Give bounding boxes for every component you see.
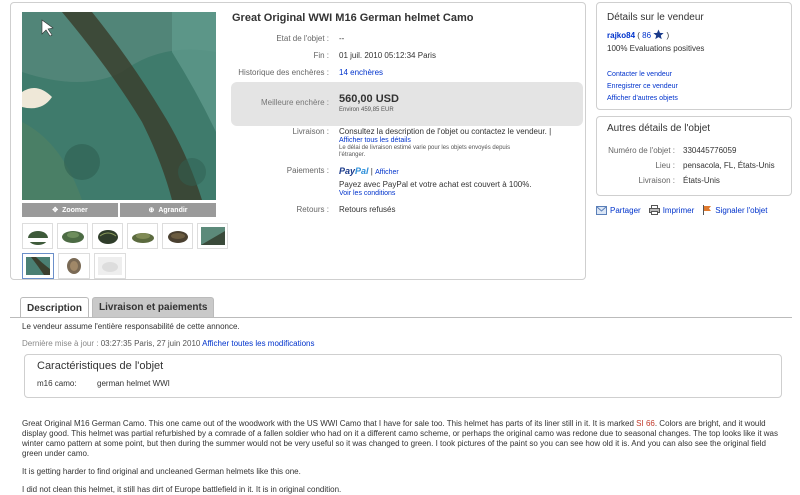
tab-divider xyxy=(10,317,792,318)
tab-delivery-payments[interactable]: Livraison et paiements xyxy=(92,297,215,317)
ships-to-value: États-Unis xyxy=(683,176,720,185)
show-changes-link[interactable]: Afficher toutes les modifications xyxy=(202,339,314,348)
item-characteristics: Caractéristiques de l'objet m16 camo: ge… xyxy=(24,354,782,398)
paypal-separator: | xyxy=(370,167,373,176)
item-actions: Partager Imprimer Signaler l'objet xyxy=(596,205,796,215)
last-update-label: Dernière mise à jour : xyxy=(22,339,99,348)
seller-panel: Détails sur le vendeur rajko84 ( 86 ) 10… xyxy=(596,2,792,110)
enlarge-button[interactable]: ⊕ Agrandir xyxy=(120,203,216,217)
other-details-title: Autres détails de l'objet xyxy=(607,123,711,134)
characteristics-title: Caractéristiques de l'objet xyxy=(37,360,164,372)
contact-seller-link[interactable]: Contacter le vendeur xyxy=(607,71,672,78)
seller-score-open: ( xyxy=(637,31,640,40)
seller-responsibility-note: Le vendeur assume l'entière responsabili… xyxy=(22,322,240,331)
print-link[interactable]: Imprimer xyxy=(648,205,695,215)
payments-value: PayPal | Afficher xyxy=(339,166,399,176)
main-item-image[interactable] xyxy=(22,12,216,200)
seller-identity: rajko84 ( 86 ) xyxy=(607,29,669,40)
share-label: Partager xyxy=(610,205,641,215)
seller-panel-title: Détails sur le vendeur xyxy=(607,12,704,23)
seller-name-link[interactable]: rajko84 xyxy=(607,31,635,40)
delivery-note-2: l'étranger. xyxy=(339,152,366,158)
end-label: Fin : xyxy=(313,51,329,60)
thumbnail-selected[interactable] xyxy=(22,253,54,279)
seller-score-link[interactable]: 86 xyxy=(642,31,651,40)
returns-value: Retours refusés xyxy=(339,205,396,214)
zoom-icon: ✥ xyxy=(52,207,59,214)
marking-highlight: SI 66 xyxy=(636,419,655,428)
report-label: Signaler l'objet xyxy=(715,205,768,215)
delivery-text: Consultez la description de l'objet ou c… xyxy=(339,127,547,136)
best-bid-price: 560,00 USD xyxy=(339,93,399,105)
seller-positive-feedback: 100% Evaluations positives xyxy=(607,44,705,53)
paypal-logo-pal: Pal xyxy=(355,166,369,176)
delivery-separator: | xyxy=(549,127,552,136)
delivery-note-1: Le délai de livraison estimé varie pour … xyxy=(339,145,511,151)
thumbnail[interactable] xyxy=(127,223,158,249)
zoom-button[interactable]: ✥ Zoomer xyxy=(22,203,118,217)
thumbnail[interactable] xyxy=(162,223,193,249)
bid-history-label: Historique des enchères : xyxy=(238,68,329,77)
other-details-panel: Autres détails de l'objet Numéro de l'ob… xyxy=(596,116,792,196)
delivery-value: Consultez la description de l'objet ou c… xyxy=(339,127,551,136)
image-zoom-bar: ✥ Zoomer ⊕ Agrandir xyxy=(22,203,216,217)
bid-history-link[interactable]: 14 enchères xyxy=(339,68,383,77)
description-paragraph: It is getting harder to find original an… xyxy=(22,467,301,476)
last-update-value: 03:27:35 Paris, 27 juin 2010 xyxy=(100,339,201,348)
item-number-label: Numéro de l'objet : xyxy=(608,146,675,155)
item-panel: ✥ Zoomer ⊕ Agrandir Great Original WWI M… xyxy=(10,2,586,280)
report-link[interactable]: Signaler l'objet xyxy=(702,205,767,215)
item-number-value: 330445776059 xyxy=(683,146,737,155)
description-tabs: Description Livraison et paiements xyxy=(20,297,215,318)
payments-label: Paiements : xyxy=(286,166,329,175)
thumbnail[interactable] xyxy=(197,223,228,249)
zoom-label: Zoomer xyxy=(62,206,88,214)
tab-description[interactable]: Description xyxy=(20,297,90,318)
thumbnail[interactable] xyxy=(57,223,88,249)
thumbnail[interactable] xyxy=(58,253,90,279)
save-seller-link[interactable]: Enregistrer ce vendeur xyxy=(607,83,678,90)
location-value: pensacola, FL, États-Unis xyxy=(683,161,775,170)
end-value: 01 juil. 2010 05:12:34 Paris xyxy=(339,51,436,60)
paypal-show-link[interactable]: Afficher xyxy=(375,169,399,176)
flag-icon xyxy=(703,205,712,215)
star-icon xyxy=(653,29,664,40)
thumbnail[interactable] xyxy=(22,223,53,249)
returns-label: Retours : xyxy=(296,205,329,214)
thumbnail[interactable] xyxy=(92,223,123,249)
delivery-details-link[interactable]: Afficher tous les détails xyxy=(339,137,411,144)
best-bid-approx: Environ 459,85 EUR xyxy=(339,107,394,113)
characteristic-label: m16 camo: xyxy=(37,379,77,388)
item-title: Great Original WWI M16 German helmet Cam… xyxy=(232,12,474,24)
seller-score-close: ) xyxy=(666,31,670,40)
location-label: Lieu : xyxy=(655,161,675,170)
last-update: Dernière mise à jour : 03:27:35 Paris, 2… xyxy=(22,339,315,348)
printer-icon xyxy=(648,205,660,215)
paypal-conditions-link[interactable]: Voir les conditions xyxy=(339,190,395,197)
description-paragraph: Great Original M16 German Camo. This one… xyxy=(22,419,780,459)
item-description-text: Great Original M16 German Camo. This one… xyxy=(22,419,780,495)
ships-to-label: Livraison : xyxy=(638,176,675,185)
share-link[interactable]: Partager xyxy=(596,205,641,215)
paypal-logo-pay: Pay xyxy=(339,166,356,176)
description-text: Great Original M16 German Camo. This one… xyxy=(22,419,637,428)
paypal-text: Payez avec PayPal et votre achat est cou… xyxy=(339,180,532,189)
magnifier-icon: ⊕ xyxy=(148,207,155,214)
condition-label: Etat de l'objet : xyxy=(276,34,329,43)
characteristic-value: german helmet WWI xyxy=(97,379,170,388)
condition-value: -- xyxy=(339,34,345,43)
print-label: Imprimer xyxy=(662,205,695,215)
best-bid-label: Meilleure enchère : xyxy=(260,98,329,107)
thumbnail[interactable] xyxy=(94,253,126,279)
characteristic-row: m16 camo: german helmet WWI xyxy=(37,379,170,388)
best-bid-box: Meilleure enchère : 560,00 USD Environ 4… xyxy=(231,82,583,126)
delivery-label: Livraison : xyxy=(292,127,329,136)
envelope-icon xyxy=(596,205,607,215)
enlarge-label: Agrandir xyxy=(158,206,188,214)
description-paragraph: I did not clean this helmet, it still ha… xyxy=(22,485,342,494)
seller-other-items-link[interactable]: Afficher d'autres objets xyxy=(607,95,678,102)
paypal-logo: PayPal xyxy=(339,166,369,176)
thumbnail-strip xyxy=(22,223,228,283)
